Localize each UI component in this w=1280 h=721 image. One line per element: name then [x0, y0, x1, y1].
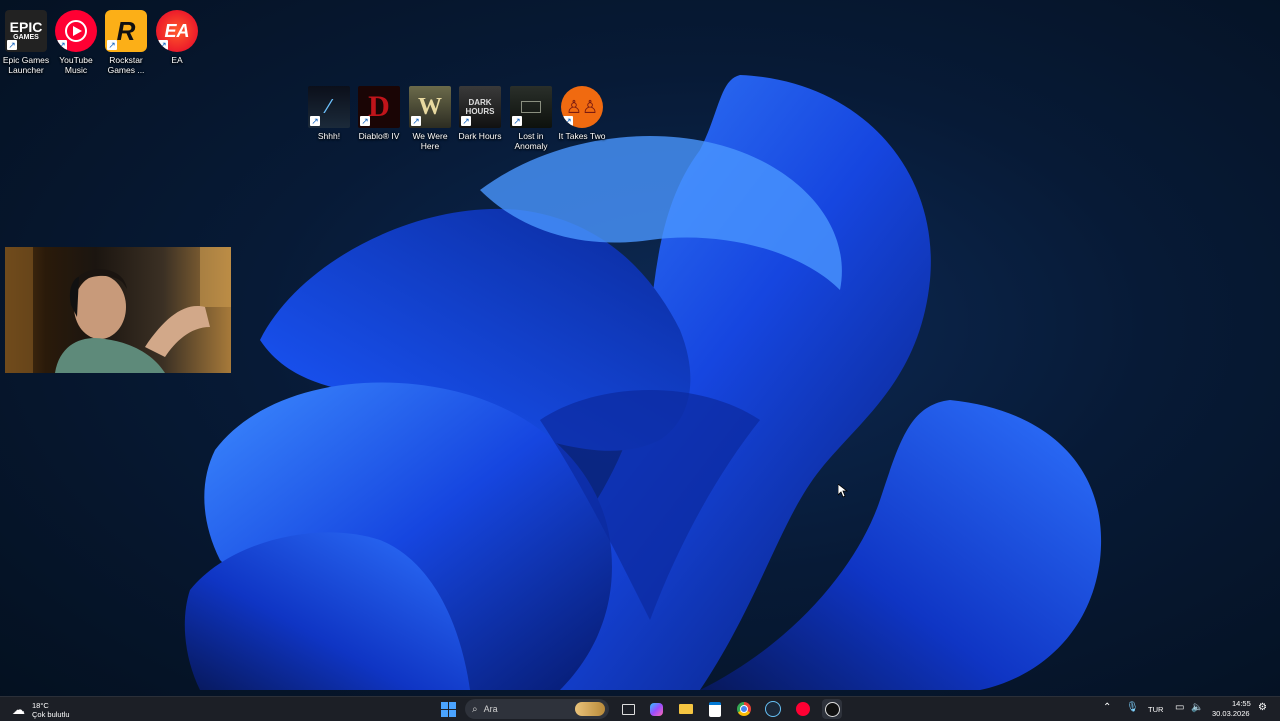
language-indicator[interactable]: TUR [1148, 705, 1163, 714]
clock-time[interactable]: 14:55 [1232, 699, 1251, 708]
desktop-icon-epic-games[interactable]: EPIC GAMES ↗ Epic Games Launcher [0, 10, 52, 75]
steam-button[interactable] [763, 699, 783, 719]
lost-in-anomaly-icon: ↗ [510, 86, 552, 128]
desktop-icon-we-were-here[interactable]: W ↗ We Were Here [404, 86, 456, 151]
shortcut-arrow-icon: ↗ [411, 116, 421, 126]
search-icon: ⌕ [472, 703, 478, 715]
copilot-button[interactable] [646, 699, 666, 719]
youtube-music-taskbar-button[interactable] [793, 699, 813, 719]
two-figures-icon: ♙♙ [565, 96, 599, 117]
desktop-icon-label: Dark Hours [458, 131, 502, 141]
store-icon [709, 701, 721, 717]
copilot-icon [649, 702, 663, 716]
dark-hours-icon: DARK HOURS ↗ [459, 86, 501, 128]
shortcut-arrow-icon: ↗ [360, 116, 370, 126]
clock-date[interactable]: 30.03.2026 [1212, 709, 1250, 718]
microphone-icon[interactable]: 🎙 [1126, 702, 1139, 713]
desktop-icon-lost-in-anomaly[interactable]: ↗ Lost in Anomaly [505, 86, 557, 151]
desktop-icon-label: It Takes Two [558, 131, 606, 141]
volume-icon[interactable]: 🔈 [1191, 702, 1203, 713]
chrome-button[interactable] [734, 699, 754, 719]
desktop-icon-label: Rockstar Games ... [107, 55, 145, 75]
shortcut-arrow-icon: ↗ [7, 40, 17, 50]
ms-store-button[interactable] [705, 699, 725, 719]
desktop-icon-rockstar[interactable]: R ↗ Rockstar Games ... [100, 10, 152, 75]
ea-icon: EA ↗ [156, 10, 198, 52]
webcam-overlay [5, 247, 231, 373]
youtube-music-icon [796, 702, 810, 716]
desktop-icon-ea[interactable]: EA ↗ EA [151, 10, 203, 65]
network-icon[interactable]: ▭ [1175, 702, 1184, 713]
shortcut-arrow-icon: ↗ [107, 40, 117, 50]
desktop-icon-diablo[interactable]: D ↗ Diablo® IV [353, 86, 405, 141]
desktop-icon-label: YouTube Music [59, 55, 93, 75]
shortcut-arrow-icon: ↗ [461, 116, 471, 126]
steam-icon [765, 701, 781, 717]
desktop-icon-label: Shhh! [317, 131, 341, 141]
notification-settings-icon[interactable]: ⚙ [1258, 702, 1267, 713]
desktop-icon-label: Epic Games Launcher [2, 55, 50, 75]
shhh-game-icon: ⁄ ↗ [308, 86, 350, 128]
obs-icon [824, 701, 840, 717]
folder-icon [679, 704, 693, 714]
shortcut-arrow-icon: ↗ [158, 40, 168, 50]
figure-icon: ⁄ [327, 95, 331, 118]
taskbar-search-box[interactable]: ⌕ Ara [465, 699, 609, 719]
desktop-icon-label: We Were Here [412, 131, 448, 151]
search-highlight-icon [575, 702, 605, 716]
chrome-icon [737, 702, 751, 716]
task-view-button[interactable] [618, 699, 638, 719]
weather-widget[interactable]: ☁ 18°C Çok bulutlu [10, 699, 90, 719]
file-explorer-button[interactable] [676, 699, 696, 719]
desktop-icon-label: EA [171, 55, 183, 65]
weather-cloud-icon: ☁ [12, 702, 25, 717]
shortcut-arrow-icon: ↗ [57, 40, 67, 50]
desktop-icon-it-takes-two[interactable]: ♙♙ ↗ It Takes Two [556, 86, 608, 141]
shortcut-arrow-icon: ↗ [563, 116, 573, 126]
show-hidden-icons-chevron-icon[interactable]: ⌃ [1103, 702, 1111, 713]
mouse-cursor-icon [838, 484, 848, 498]
task-view-icon [621, 703, 635, 715]
desktop-icon-label: Lost in Anomaly [514, 131, 548, 151]
windows-logo-icon [440, 701, 456, 717]
tunnel-icon [521, 101, 541, 113]
diablo-icon: D ↗ [358, 86, 400, 128]
shortcut-arrow-icon: ↗ [310, 116, 320, 126]
start-button[interactable] [438, 699, 458, 719]
it-takes-two-icon: ♙♙ ↗ [561, 86, 603, 128]
epic-games-icon: EPIC GAMES ↗ [5, 10, 47, 52]
desktop-icon-shhh[interactable]: ⁄ ↗ Shhh! [303, 86, 355, 141]
desktop-icon-label: Diablo® IV [358, 131, 400, 141]
search-placeholder: Ara [483, 704, 498, 714]
desktop-icon-youtube-music[interactable]: ↗ YouTube Music [50, 10, 102, 75]
webcam-person-image [5, 247, 231, 373]
taskbar: ☁ 18°C Çok bulutlu ⌕ Ara ⌃ 🎙 TUR ▭ 🔈 14:… [0, 696, 1280, 721]
youtube-music-icon: ↗ [55, 10, 97, 52]
we-were-here-icon: W ↗ [409, 86, 451, 128]
desktop-icon-dark-hours[interactable]: DARK HOURS ↗ Dark Hours [454, 86, 506, 141]
rockstar-icon: R ↗ [105, 10, 147, 52]
obs-button[interactable] [822, 699, 842, 719]
shortcut-arrow-icon: ↗ [512, 116, 522, 126]
